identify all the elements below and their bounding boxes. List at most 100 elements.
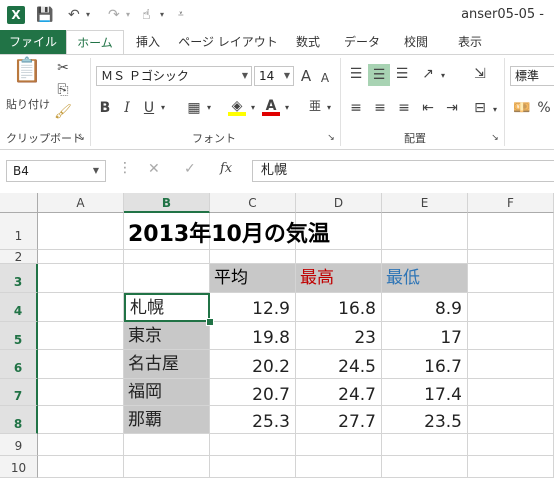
orientation-dropdown-icon[interactable]: ▾ <box>438 68 448 84</box>
align-right-icon[interactable]: ≡ <box>394 100 414 116</box>
decrease-indent-icon[interactable]: ⇤ <box>418 100 438 116</box>
cell-e7[interactable]: 17.4 <box>382 379 468 406</box>
cell-d7[interactable]: 24.7 <box>296 379 382 406</box>
cell-c6[interactable]: 20.2 <box>210 350 296 379</box>
touch-mode-icon[interactable]: ☝ <box>142 6 158 24</box>
align-left-icon[interactable]: ≡ <box>346 100 366 116</box>
tab-review[interactable]: 校閲 <box>392 30 440 54</box>
cancel-icon[interactable]: ✕ <box>148 161 160 177</box>
orientation-icon[interactable]: ↗ <box>418 66 438 82</box>
align-center-icon[interactable]: ≡ <box>370 100 390 116</box>
column-header-c[interactable]: C <box>210 193 296 213</box>
cell-b7-city[interactable]: 福岡 <box>124 379 210 406</box>
align-middle-icon[interactable]: ☰ <box>368 64 390 86</box>
number-format-combo[interactable]: 標準 <box>510 66 554 86</box>
merge-dropdown-icon[interactable]: ▾ <box>490 102 500 118</box>
wrap-text-icon[interactable]: ⇲ <box>470 66 490 82</box>
enter-icon[interactable]: ✓ <box>184 161 196 177</box>
cell-d5[interactable]: 23 <box>296 322 382 350</box>
row-header-5[interactable]: 5 <box>0 322 38 350</box>
borders-dropdown-icon[interactable]: ▾ <box>204 100 214 116</box>
cell-d8[interactable]: 27.7 <box>296 406 382 434</box>
font-launcher-icon[interactable]: ↘ <box>326 130 336 146</box>
font-color-dropdown-icon[interactable]: ▾ <box>282 100 292 116</box>
copy-icon[interactable]: ⎘ <box>54 82 72 98</box>
cell-b6-city[interactable]: 名古屋 <box>124 350 210 379</box>
italic-button[interactable]: I <box>120 100 134 116</box>
tab-home[interactable]: ホーム <box>66 30 124 55</box>
cell-d3-header[interactable]: 最高 <box>296 264 382 293</box>
tab-view[interactable]: 表示 <box>444 30 496 54</box>
fill-handle[interactable] <box>206 318 214 326</box>
column-header-e[interactable]: E <box>382 193 468 213</box>
fill-color-dropdown-icon[interactable]: ▾ <box>248 100 258 116</box>
tab-formulas[interactable]: 数式 <box>284 30 332 54</box>
redo-dropdown-icon[interactable]: ▾ <box>126 6 136 24</box>
tab-insert[interactable]: 挿入 <box>124 30 172 54</box>
clipboard-launcher-icon[interactable]: ↘ <box>76 130 86 146</box>
undo-icon[interactable]: ↶ <box>68 6 84 24</box>
save-icon[interactable]: 💾 <box>36 6 54 24</box>
chevron-down-icon[interactable]: ▼ <box>284 67 290 85</box>
name-box[interactable]: B4 ▼ <box>6 160 106 182</box>
cell-e3-header[interactable]: 最低 <box>382 264 468 293</box>
format-painter-icon[interactable]: 🖌 <box>54 104 72 120</box>
cut-icon[interactable]: ✂ <box>54 60 72 76</box>
cell-b5-city[interactable]: 東京 <box>124 322 210 350</box>
cell-e5[interactable]: 17 <box>382 322 468 350</box>
align-bottom-icon[interactable]: ☰ <box>392 66 412 82</box>
phonetic-dropdown-icon[interactable]: ▾ <box>324 100 334 116</box>
borders-icon[interactable]: ▦ <box>186 100 202 116</box>
cell-c8[interactable]: 25.3 <box>210 406 296 434</box>
cell-c5[interactable]: 19.8 <box>210 322 296 350</box>
column-header-d[interactable]: D <box>296 193 382 213</box>
insert-function-button[interactable]: fx <box>220 161 232 176</box>
cell-b1-title[interactable]: 2013年10月の気温 <box>128 216 330 248</box>
increase-indent-icon[interactable]: ⇥ <box>442 100 462 116</box>
customize-quick-access-icon[interactable]: ⩡ <box>178 6 190 24</box>
cell-c7[interactable]: 20.7 <box>210 379 296 406</box>
paste-button-label[interactable]: 貼り付け <box>6 96 50 112</box>
redo-icon[interactable]: ↷ <box>108 6 124 24</box>
underline-button[interactable]: U <box>142 100 156 116</box>
font-name-combo[interactable]: ＭＳ Ｐゴシック ▼ <box>96 66 252 86</box>
row-header-4[interactable]: 4 <box>0 293 38 322</box>
merge-center-icon[interactable]: ⊟ <box>470 100 490 116</box>
grow-font-button[interactable]: A <box>298 68 314 84</box>
font-color-button[interactable]: A <box>262 98 280 116</box>
accounting-format-icon[interactable]: 💴 <box>512 100 532 116</box>
formula-input[interactable]: 札幌 <box>252 160 554 182</box>
row-header-10[interactable]: 10 <box>0 456 38 478</box>
tab-file[interactable]: ファイル <box>0 30 66 54</box>
fill-color-icon[interactable]: ◈ <box>228 98 246 116</box>
font-size-combo[interactable]: 14 ▼ <box>254 66 294 86</box>
row-header-6[interactable]: 6 <box>0 350 38 379</box>
paste-icon[interactable]: 📋 <box>12 58 42 90</box>
cell-d4[interactable]: 16.8 <box>296 293 382 322</box>
chevron-down-icon[interactable]: ▼ <box>93 161 99 181</box>
cell-e8[interactable]: 23.5 <box>382 406 468 434</box>
percent-style-icon[interactable]: % <box>534 100 554 116</box>
underline-dropdown-icon[interactable]: ▾ <box>158 100 168 116</box>
row-header-2[interactable]: 2 <box>0 250 38 264</box>
shrink-font-button[interactable]: A <box>318 70 332 86</box>
tab-data[interactable]: データ <box>336 30 388 54</box>
align-top-icon[interactable]: ☰ <box>346 66 366 82</box>
cell-e6[interactable]: 16.7 <box>382 350 468 379</box>
column-header-a[interactable]: A <box>38 193 124 213</box>
row-header-9[interactable]: 9 <box>0 434 38 456</box>
touch-dropdown-icon[interactable]: ▾ <box>160 6 170 24</box>
excel-app-icon[interactable]: X <box>7 6 25 24</box>
undo-dropdown-icon[interactable]: ▾ <box>86 6 96 24</box>
row-header-1[interactable]: 1 <box>0 213 38 250</box>
chevron-down-icon[interactable]: ▼ <box>242 67 248 85</box>
cell-b4-city[interactable]: 札幌 <box>124 293 210 322</box>
row-header-8[interactable]: 8 <box>0 406 38 434</box>
tab-page-layout[interactable]: ページ レイアウト <box>176 30 280 54</box>
cell-c3-header[interactable]: 平均 <box>210 264 296 293</box>
cell-d6[interactable]: 24.5 <box>296 350 382 379</box>
cell-c4[interactable]: 12.9 <box>210 293 296 322</box>
phonetic-guide-icon[interactable]: 亜 <box>306 98 324 114</box>
column-header-f[interactable]: F <box>468 193 554 213</box>
select-all-corner[interactable] <box>0 193 38 213</box>
